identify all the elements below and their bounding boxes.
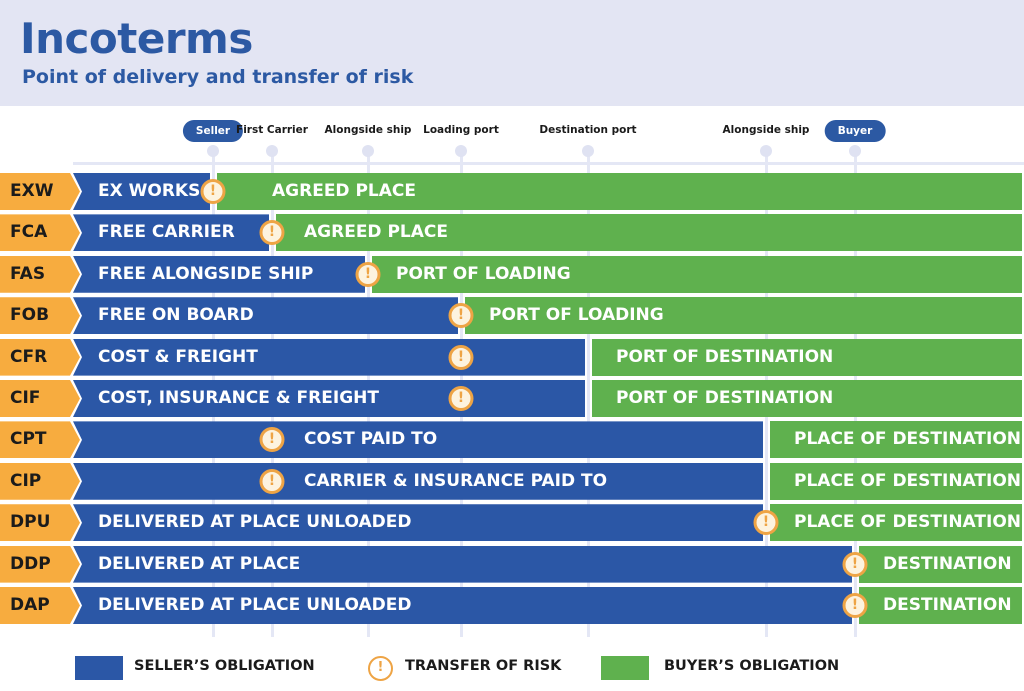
page-title: Incoterms [20,14,253,63]
legend-buyer-label: BUYER’S OBLIGATION [664,658,840,674]
incoterm-code: FAS [0,255,80,293]
marker-dot-first-carrier [266,145,278,157]
buyer-obligation-label: PORT OF LOADING [489,305,664,326]
seller-obligation-label: COST, INSURANCE & FREIGHT [98,388,379,408]
incoterm-code: DDP [0,545,80,583]
legend-risk-icon: ! [368,656,393,681]
buyer-obligation-label: DESTINATION [883,553,1012,574]
incoterm-row-cpt: CPT COST PAID TO PLACE OF DESTINATION! [0,421,1024,459]
marker-label-destination-port: Destination port [539,124,637,136]
incoterm-code: CIP [0,462,80,500]
incoterm-row-cfr: CFR COST & FREIGHT PORT OF DESTINATION! [0,338,1024,376]
incoterm-code: CPT [0,421,80,459]
transfer-of-risk-icon: ! [355,261,381,287]
transfer-of-risk-icon: ! [842,593,868,618]
transfer-of-risk-icon: ! [448,303,474,329]
seller-obligation-label: FREE CARRIER [98,222,235,243]
buyer-obligation-label: AGREED PLACE [304,222,448,243]
buyer-obligation-label: PORT OF LOADING [396,263,571,284]
legend-risk-label: TRANSFER OF RISK [405,658,562,674]
legend-seller-swatch [75,656,123,680]
marker-label-first-carrier: First Carrier [236,124,308,136]
incoterm-row-cif: CIF COST, INSURANCE & FREIGHT PORT OF DEST… [0,380,1024,417]
header: Incoterms Point of delivery and transfer… [0,0,1024,106]
incoterm-row-ddp: DDP DELIVERED AT PLACE DESTINATION! [0,545,1024,583]
buyer-obligation-label: PORT OF DESTINATION [616,346,834,367]
seller-obligation-label: DELIVERED AT PLACE [98,553,301,574]
marker-dot-buyer [849,145,861,157]
marker-label-alongside-ship-origin: Alongside ship [324,124,412,136]
legend-buyer-swatch [601,656,649,680]
marker-dot-destination-port [582,145,594,157]
legend-seller-label: SELLER’S OBLIGATION [134,658,315,674]
seller-obligation-label: DELIVERED AT PLACE UNLOADED [98,512,412,533]
transfer-of-risk-icon: ! [448,344,474,370]
marker-label-seller: Seller [182,120,244,142]
buyer-obligation-label: PLACE OF DESTINATION [794,512,1021,533]
seller-obligation-label: FREE ALONGSIDE SHIP [98,263,314,284]
buyer-obligation-label: PLACE OF DESTINATION [794,429,1021,450]
marker-dot-seller [207,145,219,157]
transfer-of-risk-icon: ! [842,551,868,577]
incoterm-code: EXW [0,173,80,210]
buyer-obligation-label: DESTINATION [883,595,1012,615]
transfer-of-risk-icon: ! [448,386,474,411]
marker-label-alongside-ship-destination: Alongside ship [722,124,810,136]
marker-dot-loading-port [455,145,467,157]
timeline-axis [73,162,1024,165]
transfer-of-risk-icon: ! [753,510,779,536]
incoterm-row-fca: FCA FREE CARRIER AGREED PLACE! [0,214,1024,252]
incoterm-code: CIF [0,380,80,417]
seller-obligation-label: EX WORKS [98,181,201,201]
incoterm-code: FOB [0,297,80,335]
seller-obligation-label: COST PAID TO [304,429,438,450]
seller-obligation-label: FREE ON BOARD [98,305,254,326]
marker-label-loading-port: Loading port [423,124,499,136]
incoterm-row-fob: FOB FREE ON BOARD PORT OF LOADING! [0,297,1024,335]
seller-obligation-label: DELIVERED AT PLACE UNLOADED [98,595,412,615]
transfer-of-risk-icon: ! [259,427,285,453]
page-subtitle: Point of delivery and transfer of risk [22,66,414,88]
incoterm-code: DPU [0,504,80,542]
incoterm-code: CFR [0,338,80,376]
incoterm-row-dpu: DPU DELIVERED AT PLACE UNLOADED PLACE OF D… [0,504,1024,542]
buyer-obligation-label: PORT OF DESTINATION [616,388,834,408]
buyer-obligation-label: AGREED PLACE [272,181,416,201]
incoterm-row-exw: EXW EX WORKS AGREED PLACE! [0,173,1024,210]
incoterm-row-cip: CIP CARRIER & INSURANCE PAID TO PLACE OF D… [0,462,1024,500]
incoterm-code: DAP [0,587,80,624]
incoterm-code: FCA [0,214,80,252]
marker-dot-alongside-ship-destination [760,145,772,157]
transfer-of-risk-icon: ! [259,220,285,246]
seller-obligation-label: CARRIER & INSURANCE PAID TO [304,470,608,491]
transfer-of-risk-icon: ! [259,468,285,494]
seller-obligation-label: COST & FREIGHT [98,346,258,367]
marker-label-buyer: Buyer [824,120,886,142]
transfer-of-risk-icon: ! [200,179,226,204]
buyer-obligation-label: PLACE OF DESTINATION [794,470,1021,491]
incoterm-row-fas: FAS FREE ALONGSIDE SHIP PORT OF LOADING! [0,255,1024,293]
marker-dot-alongside-ship-origin [362,145,374,157]
incoterm-row-dap: DAP DELIVERED AT PLACE UNLOADED DESTINATIO… [0,587,1024,624]
